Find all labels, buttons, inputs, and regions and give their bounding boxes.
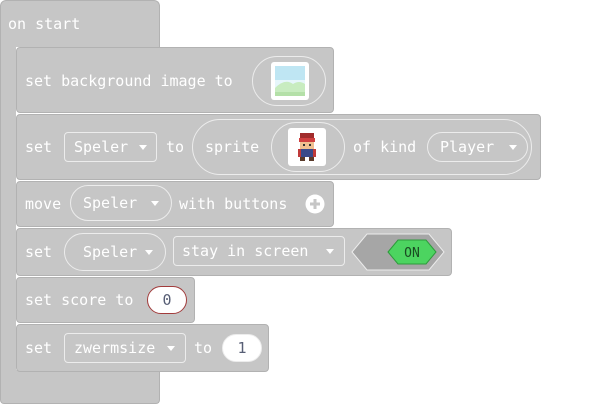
variable-dropdown-zwermsize[interactable]: zwermsize — [64, 333, 186, 363]
sprite-label: sprite — [205, 138, 260, 156]
on-start-label: on start — [8, 15, 81, 33]
player-sprite-icon — [298, 133, 316, 161]
set-label: set — [25, 138, 53, 156]
chevron-down-icon — [326, 249, 334, 254]
variable-dropdown-speler[interactable]: Speler — [64, 233, 166, 271]
set-label: set — [25, 243, 53, 261]
chevron-down-icon — [145, 250, 153, 255]
on-start-footer — [0, 370, 160, 404]
score-value-input[interactable]: 0 — [147, 286, 187, 314]
variable-dropdown-label: Speler — [74, 138, 129, 156]
variable-dropdown-speler[interactable]: Speler — [64, 132, 157, 162]
plus-circle-icon[interactable] — [304, 193, 326, 215]
sprite-image-thumbnail[interactable] — [288, 128, 326, 166]
variable-dropdown-speler[interactable]: Speler — [70, 185, 172, 221]
move-label: move — [25, 195, 62, 213]
to-label: to — [166, 138, 185, 156]
chevron-down-icon — [509, 145, 517, 150]
set-score-label: set score to — [25, 291, 134, 309]
set-label: set — [25, 339, 53, 357]
with-buttons-label: with buttons — [179, 195, 288, 213]
kind-dropdown-player[interactable]: Player — [427, 132, 528, 162]
zwermsize-value-input[interactable]: 1 — [222, 334, 262, 362]
chevron-down-icon — [167, 346, 175, 351]
set-background-image-label: set background image to — [25, 72, 233, 90]
background-image-thumbnail[interactable] — [271, 62, 309, 100]
variable-dropdown-label: Speler — [83, 243, 138, 261]
variable-dropdown-label: zwermsize — [74, 339, 156, 357]
variable-dropdown-label: Speler — [83, 194, 138, 212]
toggle-label: ON — [404, 246, 420, 261]
landscape-image-icon — [275, 66, 305, 96]
toggle-switch[interactable]: ON — [350, 232, 446, 272]
on-start-body-rail — [0, 46, 16, 371]
chevron-down-icon — [139, 145, 147, 150]
property-dropdown-label: stay in screen — [182, 242, 309, 260]
property-dropdown-stay-in-screen[interactable]: stay in screen — [173, 236, 345, 266]
kind-dropdown-label: Player — [440, 138, 495, 156]
to-label: to — [194, 339, 213, 357]
of-kind-label: of kind — [353, 138, 417, 156]
chevron-down-icon — [151, 201, 159, 206]
